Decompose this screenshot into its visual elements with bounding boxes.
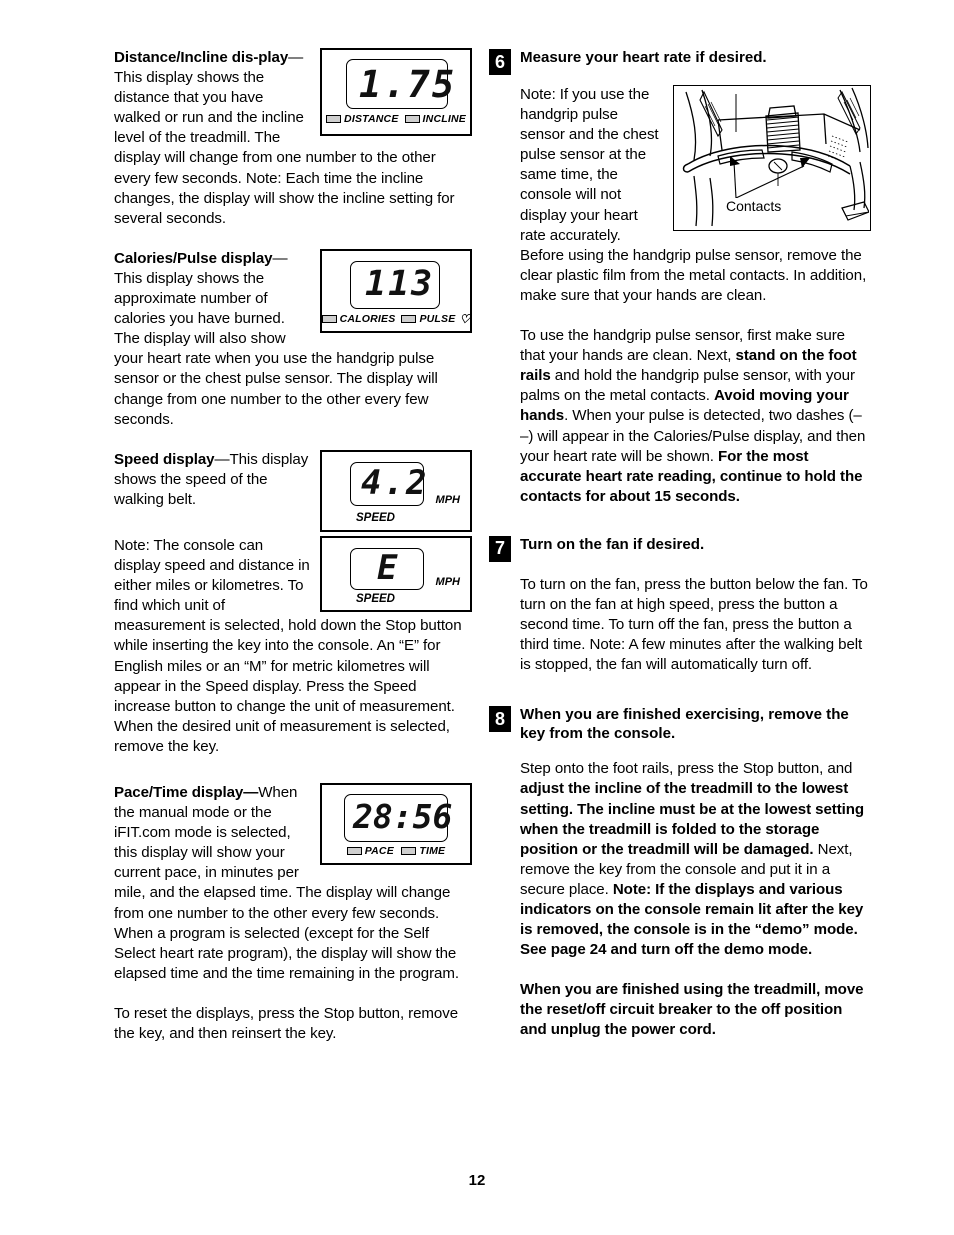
figure-distance-incline: 1.75 DISTANCE INCLINE bbox=[320, 48, 472, 136]
heading-calories-pulse: Calories/Pulse display bbox=[114, 249, 273, 267]
label-pulse-text: PULSE bbox=[419, 312, 456, 325]
lcd-label-row: DISTANCE INCLINE bbox=[326, 113, 466, 125]
label-pulse: PULSE ♡ bbox=[401, 313, 470, 325]
step-6-title: Measure your heart rate if desired. bbox=[520, 49, 767, 66]
speed-value: 4.2 bbox=[361, 462, 429, 503]
heart-icon: ♡ bbox=[459, 311, 471, 326]
step-8-paragraph-1: Step onto the foot rails, press the Stop… bbox=[520, 759, 871, 960]
section-calories-pulse: 113 CALORIES PULSE ♡ Calories/Pulse disp… bbox=[114, 248, 472, 430]
manual-page: 1.75 DISTANCE INCLINE Distance/Incline d… bbox=[0, 0, 954, 1235]
section-pace-time: 28:56 PACE TIME Pace/Time display—When t… bbox=[114, 783, 472, 984]
calories-pulse-value: 113 bbox=[365, 263, 435, 304]
calories-pulse-display-box: 113 CALORIES PULSE ♡ bbox=[320, 248, 472, 333]
step-8-title: When you are finished exercising, remove… bbox=[520, 706, 849, 743]
section-speed: 4.2 MPH SPEED Speed display—This display… bbox=[114, 449, 472, 532]
left-column: 1.75 DISTANCE INCLINE Distance/Incline d… bbox=[114, 48, 472, 1044]
indicator-icon bbox=[401, 847, 417, 855]
indicator-icon bbox=[346, 847, 362, 855]
heading-speed: Speed display bbox=[114, 450, 215, 468]
figure-calories-pulse: 113 CALORIES PULSE ♡ bbox=[320, 248, 472, 333]
section-units-note: E MPH SPEED Note: The console can displa… bbox=[114, 535, 472, 757]
step-8-paragraph-2: When you are finished using the treadmil… bbox=[520, 980, 871, 1040]
label-time: TIME bbox=[401, 845, 445, 857]
step-8: 8 When you are finished exercising, remo… bbox=[489, 705, 871, 743]
distance-incline-display-box: 1.75 DISTANCE INCLINE bbox=[320, 48, 472, 136]
label-time-text: TIME bbox=[419, 845, 446, 857]
speed-units-value: E bbox=[377, 547, 400, 588]
label-distance-text: DISTANCE bbox=[344, 113, 399, 125]
label-incline: INCLINE bbox=[404, 113, 466, 125]
speed-units-display-box: E MPH SPEED bbox=[320, 535, 472, 612]
section-distance-incline: 1.75 DISTANCE INCLINE Distance/Incline d… bbox=[114, 48, 472, 229]
figure-speed-units: E MPH SPEED bbox=[320, 535, 472, 612]
contacts-caption: Contacts bbox=[724, 198, 784, 214]
label-incline-text: INCLINE bbox=[422, 113, 466, 125]
s8p2-bold: When you are finished using the treadmil… bbox=[520, 981, 864, 1039]
figure-handgrip-contacts: Contacts bbox=[673, 85, 871, 231]
step-7-number: 7 bbox=[489, 535, 511, 562]
step-7-title: Turn on the fan if desired. bbox=[520, 535, 705, 553]
heading-pace-time: Pace/Time display— bbox=[114, 784, 259, 801]
pace-time-value: 28:56 bbox=[353, 797, 453, 836]
speed-unit-label: MPH bbox=[435, 575, 460, 588]
speed-unit-label: MPH bbox=[435, 493, 460, 506]
label-distance: DISTANCE bbox=[326, 113, 399, 125]
speed-display-box: 4.2 MPH SPEED bbox=[320, 449, 472, 532]
s6p2-mid-2: . When your pulse is detected, two dashe… bbox=[520, 407, 866, 465]
handgrip-contacts-illustration: Contacts bbox=[673, 85, 871, 231]
label-pace-text: PACE bbox=[364, 845, 394, 857]
right-column: 6 Measure your heart rate if desired. Co… bbox=[489, 48, 871, 1041]
step-6-body: Contacts Note: If you use the handgrip p… bbox=[489, 74, 871, 507]
step-8-body: Step onto the foot rails, press the Stop… bbox=[489, 743, 871, 1040]
step-6: 6 Measure your heart rate if desired. bbox=[489, 48, 871, 75]
lcd-label-row: CALORIES PULSE ♡ bbox=[321, 313, 470, 325]
figure-speed: 4.2 MPH SPEED bbox=[320, 449, 472, 532]
label-pace: PACE bbox=[346, 845, 394, 857]
label-calories-text: CALORIES bbox=[339, 312, 396, 325]
heading-distance-incline: Distance/Incline dis-play bbox=[114, 49, 289, 66]
s8p1-pre: Step onto the foot rails, press the Stop… bbox=[520, 760, 853, 778]
speed-label: SPEED bbox=[356, 511, 395, 524]
lcd-screen: 113 bbox=[350, 260, 440, 309]
step-6-number: 6 bbox=[489, 49, 511, 75]
speed-label: SPEED bbox=[356, 592, 395, 605]
lcd-screen: 28:56 bbox=[344, 794, 452, 842]
page-number: 12 bbox=[468, 1172, 486, 1189]
step-7-paragraph: To turn on the fan, press the button bel… bbox=[520, 575, 868, 674]
indicator-icon bbox=[321, 314, 337, 323]
lcd-label-row: PACE TIME bbox=[330, 845, 462, 857]
step-6-paragraph-2: To use the handgrip pulse sensor, first … bbox=[520, 326, 871, 507]
distance-incline-value: 1.75 bbox=[359, 63, 457, 106]
step-7-body: To turn on the fan, press the button bel… bbox=[489, 561, 871, 675]
indicator-icon bbox=[326, 115, 342, 123]
indicator-icon bbox=[404, 115, 420, 123]
lcd-screen: E bbox=[350, 547, 424, 590]
step-8-number: 8 bbox=[489, 706, 511, 733]
lcd-screen: 1.75 bbox=[346, 59, 454, 109]
lcd-screen: 4.2 bbox=[350, 461, 426, 506]
step-7: 7 Turn on the fan if desired. bbox=[489, 535, 871, 562]
indicator-icon bbox=[401, 314, 417, 323]
figure-pace-time: 28:56 PACE TIME bbox=[320, 783, 472, 865]
paragraph-reset-note: To reset the displays, press the Stop bu… bbox=[114, 1004, 459, 1043]
s8p1-bold-1: adjust the incline of the treadmill to t… bbox=[520, 780, 865, 858]
label-calories: CALORIES bbox=[321, 312, 396, 325]
pace-time-display-box: 28:56 PACE TIME bbox=[320, 783, 472, 865]
